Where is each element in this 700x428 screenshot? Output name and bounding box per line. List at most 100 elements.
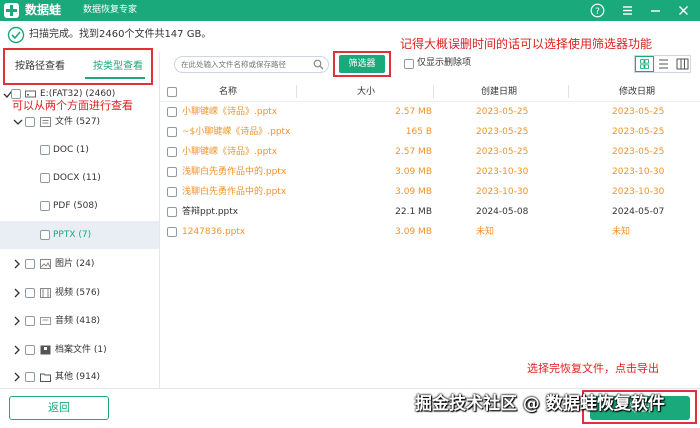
column-header-modified[interactable]: 修改日期 — [619, 84, 655, 100]
column-header-size[interactable]: 大小 — [357, 84, 375, 100]
file-name-cell: 1247836.pptx — [182, 227, 246, 237]
modified-date-cell: 2023-10-30 — [612, 167, 665, 177]
chevron-right-icon[interactable] — [12, 288, 22, 298]
created-date-cell: 2023-10-30 — [476, 187, 529, 197]
tree-item-archives[interactable]: 档案文件 (1) — [0, 336, 159, 364]
view-mode-switcher — [634, 55, 691, 73]
tree-item-pdf[interactable]: PDF (508) — [0, 192, 159, 220]
tree-item-label: 视频 (576) — [55, 288, 101, 298]
document-folder-icon — [40, 117, 51, 127]
tree-item-label: PPTX (7) — [53, 230, 92, 240]
scan-status-text: 扫描完成。找到2460个文件共147 GB。 — [29, 29, 212, 40]
close-icon[interactable] — [676, 3, 691, 18]
file-size-cell: 22.1 MB — [395, 207, 432, 217]
chevron-right-icon[interactable] — [12, 372, 22, 382]
help-icon[interactable]: ? — [590, 3, 605, 18]
tree-item-images[interactable]: 图片 (24) — [0, 250, 159, 278]
file-size-cell: 3.09 MB — [395, 167, 432, 177]
file-size-cell: 2.57 MB — [395, 107, 432, 117]
column-divider — [568, 85, 569, 98]
row-checkbox[interactable] — [167, 207, 177, 217]
tree-checkbox[interactable] — [25, 316, 35, 326]
tree-item-label: PDF (508) — [53, 201, 98, 211]
column-header-created[interactable]: 创建日期 — [481, 84, 517, 100]
created-date-cell: 2023-05-25 — [476, 147, 529, 157]
app-subtitle: 数据恢复专家 — [83, 5, 138, 15]
menu-icon[interactable] — [620, 3, 635, 18]
chevron-right-icon[interactable] — [12, 259, 22, 269]
active-tab-indicator — [85, 77, 145, 79]
row-checkbox[interactable] — [167, 107, 177, 117]
select-all-checkbox[interactable] — [167, 87, 177, 97]
only-deleted-checkbox[interactable] — [404, 59, 414, 69]
tree-checkbox[interactable] — [25, 117, 35, 127]
filter-button[interactable]: 筛选器 — [339, 55, 385, 73]
tree-item-videos[interactable]: 视频 (576) — [0, 279, 159, 307]
tree-item-pptx[interactable]: PPTX (7) — [0, 221, 159, 249]
app-name: 数据蛙 — [25, 3, 62, 17]
list-view-icon[interactable] — [654, 56, 673, 72]
search-input[interactable] — [181, 58, 311, 71]
tree-checkbox[interactable] — [40, 145, 50, 155]
archive-icon — [40, 345, 51, 355]
tree-item-docx[interactable]: DOCX (11) — [0, 164, 159, 192]
row-checkbox[interactable] — [167, 167, 177, 177]
tree-item-label: 音频 (418) — [55, 316, 101, 326]
chevron-down-icon[interactable] — [13, 117, 23, 127]
export-hint-annotation: 选择完恢复文件，点击导出 — [527, 362, 659, 375]
tree-checkbox[interactable] — [40, 201, 50, 211]
minimize-icon[interactable] — [648, 3, 663, 18]
tree-checkbox[interactable] — [40, 230, 50, 240]
tree-item-audio[interactable]: 音频 (418) — [0, 307, 159, 335]
row-checkbox[interactable] — [167, 187, 177, 197]
created-date-cell: 2023-05-25 — [476, 107, 529, 117]
chevron-right-icon[interactable] — [12, 345, 22, 355]
created-date-cell: 未知 — [476, 227, 495, 237]
modified-date-cell: 2024-05-07 — [612, 207, 665, 217]
created-date-cell: 2023-05-25 — [476, 127, 529, 137]
search-icon[interactable] — [313, 59, 324, 70]
tree-item-label: DOCX (11) — [53, 173, 101, 183]
modified-date-cell: 2023-05-25 — [612, 147, 665, 157]
row-checkbox[interactable] — [167, 127, 177, 137]
tab-by-type[interactable]: 按类型查看 — [93, 60, 143, 74]
tree-checkbox[interactable] — [25, 288, 35, 298]
table-row[interactable]: ~$小聊键嵘《诗品》.pptx 165 B 2023-05-25 2023-05-25 — [160, 122, 700, 142]
search-box — [174, 56, 329, 73]
chevron-right-icon[interactable] — [12, 316, 22, 326]
tree-item-label: DOC (1) — [53, 145, 89, 155]
table-row[interactable]: 小聊键嵘《诗品》.pptx 2.57 MB 2023-05-25 2023-05-25 — [160, 102, 700, 122]
tree-checkbox[interactable] — [25, 345, 35, 355]
tree-item-doc[interactable]: DOC (1) — [0, 136, 159, 164]
back-button[interactable]: 返回 — [9, 396, 109, 420]
modified-date-cell: 未知 — [612, 227, 631, 237]
tree-checkbox[interactable] — [40, 173, 50, 183]
file-size-cell: 3.09 MB — [395, 227, 432, 237]
app-logo-icon — [4, 3, 19, 18]
video-icon — [40, 288, 51, 298]
file-name-cell: 浅聊白先勇作品中的.pptx — [182, 187, 287, 197]
file-size-cell: 2.57 MB — [395, 147, 432, 157]
table-row[interactable]: 1247836.pptx 3.09 MB 未知 未知 — [160, 222, 700, 242]
row-checkbox[interactable] — [167, 227, 177, 237]
table-row[interactable]: 浅聊白先勇作品中的.pptx 3.09 MB 2023-10-30 2023-10-3… — [160, 182, 700, 202]
tree-item-drive[interactable]: E:(FAT32) (2460) — [0, 80, 159, 108]
file-size-cell: 165 B — [405, 127, 432, 137]
tree-checkbox[interactable] — [25, 372, 35, 382]
detail-view-icon[interactable] — [673, 56, 692, 72]
tree-item-other[interactable]: 其他 (914) — [0, 364, 159, 388]
tree-checkbox[interactable] — [25, 259, 35, 269]
row-checkbox[interactable] — [167, 147, 177, 157]
column-header-name[interactable]: 名称 — [219, 84, 237, 100]
tree-checkbox[interactable] — [11, 89, 21, 99]
table-row[interactable]: 答辩ppt.pptx 22.1 MB 2024-05-08 2024-05-07 — [160, 202, 700, 222]
tree-item-documents[interactable]: 文件 (527) — [0, 108, 159, 136]
file-name-cell: 浅聊白先勇作品中的.pptx — [182, 167, 287, 177]
grid-view-icon[interactable] — [635, 56, 654, 72]
table-row[interactable]: 浅聊白先勇作品中的.pptx 3.09 MB 2023-10-30 2023-10-3… — [160, 162, 700, 182]
tab-by-path[interactable]: 按路径查看 — [15, 60, 65, 74]
column-divider — [296, 85, 297, 98]
file-name-cell: 小聊键嵘《诗品》.pptx — [182, 147, 278, 157]
svg-text:?: ? — [595, 7, 600, 17]
table-row[interactable]: 小聊键嵘《诗品》.pptx 2.57 MB 2023-05-25 2023-05-25 — [160, 142, 700, 162]
